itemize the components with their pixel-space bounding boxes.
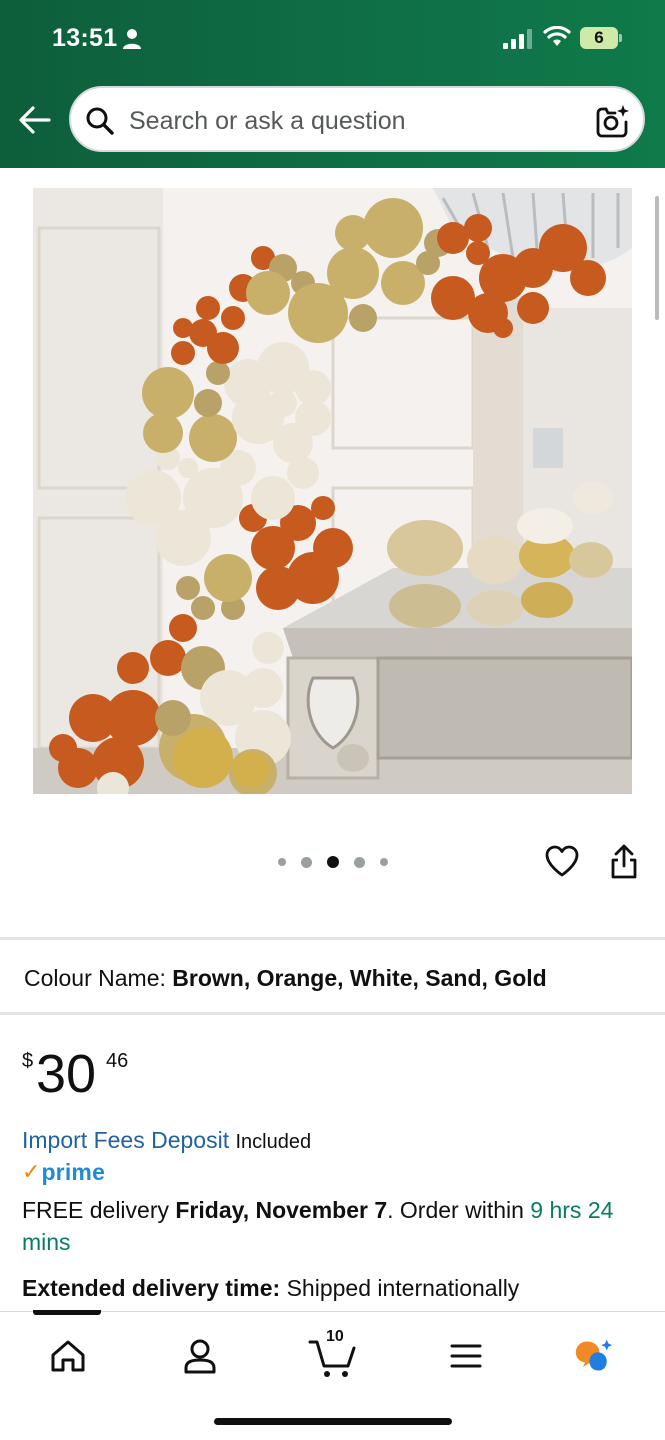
menu-icon[interactable]: [446, 1336, 486, 1376]
wifi-icon: [543, 26, 571, 46]
import-fees-link[interactable]: Import Fees Deposit: [22, 1127, 229, 1153]
import-fees-row: Import Fees Deposit Included: [22, 1127, 311, 1154]
home-indicator[interactable]: [214, 1418, 452, 1425]
carousel-dot[interactable]: [278, 858, 286, 866]
heart-icon[interactable]: [544, 844, 580, 878]
colour-variation[interactable]: Colour Name: Brown, Orange, White, Sand,…: [24, 965, 547, 992]
image-carousel-dots[interactable]: [278, 854, 388, 870]
search-placeholder: Search or ask a question: [129, 107, 406, 135]
colour-label: Colour Name:: [24, 965, 166, 991]
signal-icon: [503, 29, 532, 49]
carousel-dot[interactable]: [301, 856, 312, 868]
extended-delivery-label: Extended delivery time:: [22, 1275, 281, 1301]
prime-badge: ✓ prime: [22, 1158, 105, 1186]
colour-value: Brown, Orange, White, Sand, Gold: [172, 965, 547, 991]
account-icon[interactable]: [180, 1336, 220, 1376]
cart-button[interactable]: 10: [308, 1328, 358, 1377]
back-arrow-icon[interactable]: [18, 104, 52, 136]
camera-lens-icon[interactable]: [595, 104, 629, 138]
delivery-info: FREE delivery Friday, November 7. Order …: [22, 1194, 642, 1258]
extended-delivery-value: Shipped internationally: [286, 1275, 520, 1301]
prime-label: prime: [41, 1158, 106, 1185]
home-icon[interactable]: [48, 1336, 88, 1376]
carousel-dot[interactable]: [380, 858, 388, 866]
delivery-date: Friday, November 7: [175, 1197, 388, 1223]
scroll-indicator[interactable]: [655, 196, 659, 320]
battery-level: 6: [580, 27, 618, 49]
section-divider: [0, 937, 665, 940]
active-tab-indicator: [33, 1310, 101, 1315]
header-bar: 13:51 6 Search or ask a question: [0, 0, 665, 168]
cart-icon: [308, 1340, 356, 1377]
battery-indicator: 6: [580, 27, 622, 49]
price-fraction: 46: [106, 1050, 129, 1072]
delivery-prefix: FREE delivery: [22, 1197, 169, 1223]
carousel-dot-active[interactable]: [327, 856, 339, 868]
battery-tip: [619, 34, 622, 42]
share-icon[interactable]: [608, 844, 640, 880]
import-fees-status: Included: [235, 1131, 312, 1153]
person-icon: [123, 29, 141, 49]
rufus-ai-icon[interactable]: [574, 1336, 614, 1376]
price-currency: $: [22, 1050, 34, 1072]
price-whole: 30: [36, 1044, 97, 1104]
status-time: 13:51: [52, 24, 118, 52]
delivery-middle: . Order within: [387, 1197, 524, 1223]
product-photo: [33, 188, 632, 794]
section-divider: [0, 1012, 665, 1015]
product-image[interactable]: [33, 188, 632, 794]
search-input[interactable]: Search or ask a question: [69, 86, 645, 152]
extended-delivery: Extended delivery time: Shipped internat…: [22, 1275, 519, 1302]
status-bar: 13:51 6: [0, 0, 665, 80]
prime-check-icon: ✓: [22, 1159, 41, 1184]
carousel-dot[interactable]: [354, 856, 365, 868]
search-icon: [86, 107, 114, 135]
